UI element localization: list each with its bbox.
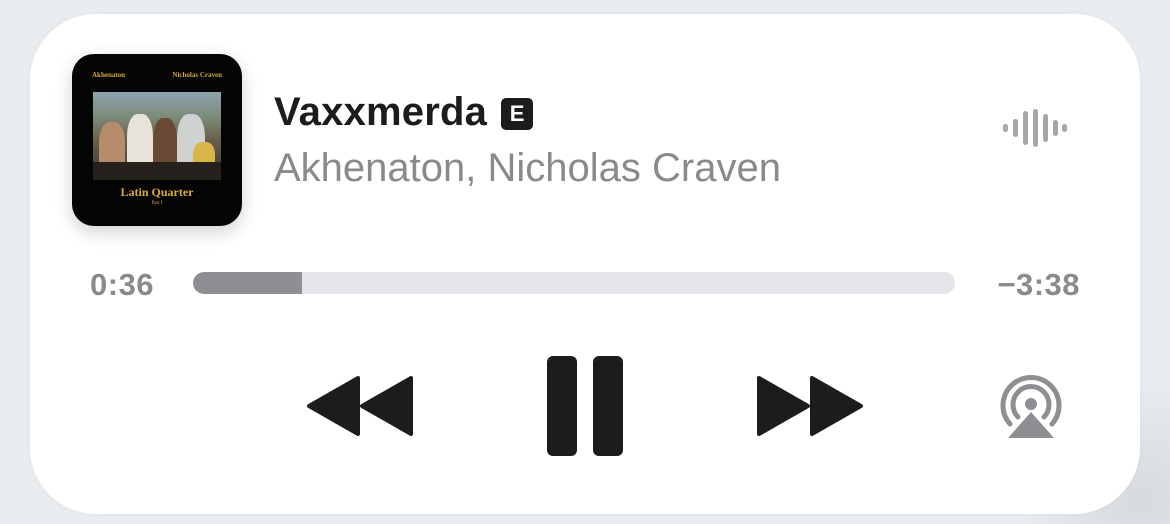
artwork-credits: Akhenaton Nicholas Craven [92,71,222,79]
elapsed-time: 0:36 [90,267,155,302]
artwork-subtitle: Part I [151,201,163,206]
pause-icon[interactable] [545,354,625,458]
song-title[interactable]: Vaxxmerda [274,90,487,135]
title-row: Vaxxmerda E [274,90,534,135]
airplay-icon[interactable] [996,374,1066,440]
artwork-artist-right: Nicholas Craven [172,71,222,79]
album-artwork[interactable]: Akhenaton Nicholas Craven Latin Quarter … [72,54,242,226]
remaining-time: −3:38 [997,267,1080,302]
artist-name[interactable]: Akhenaton, Nicholas Craven [274,146,781,191]
artwork-title: Latin Quarter [120,185,194,199]
artwork-artist-left: Akhenaton [92,71,126,79]
now-playing-card: Akhenaton Nicholas Craven Latin Quarter … [30,14,1140,514]
explicit-badge: E [501,97,534,130]
backward-icon[interactable] [305,374,415,438]
forward-icon[interactable] [755,374,865,438]
waveform-icon [1003,109,1067,147]
progress-scrubber[interactable] [193,272,955,294]
artwork-photo [93,92,221,180]
progress-fill [193,272,302,294]
